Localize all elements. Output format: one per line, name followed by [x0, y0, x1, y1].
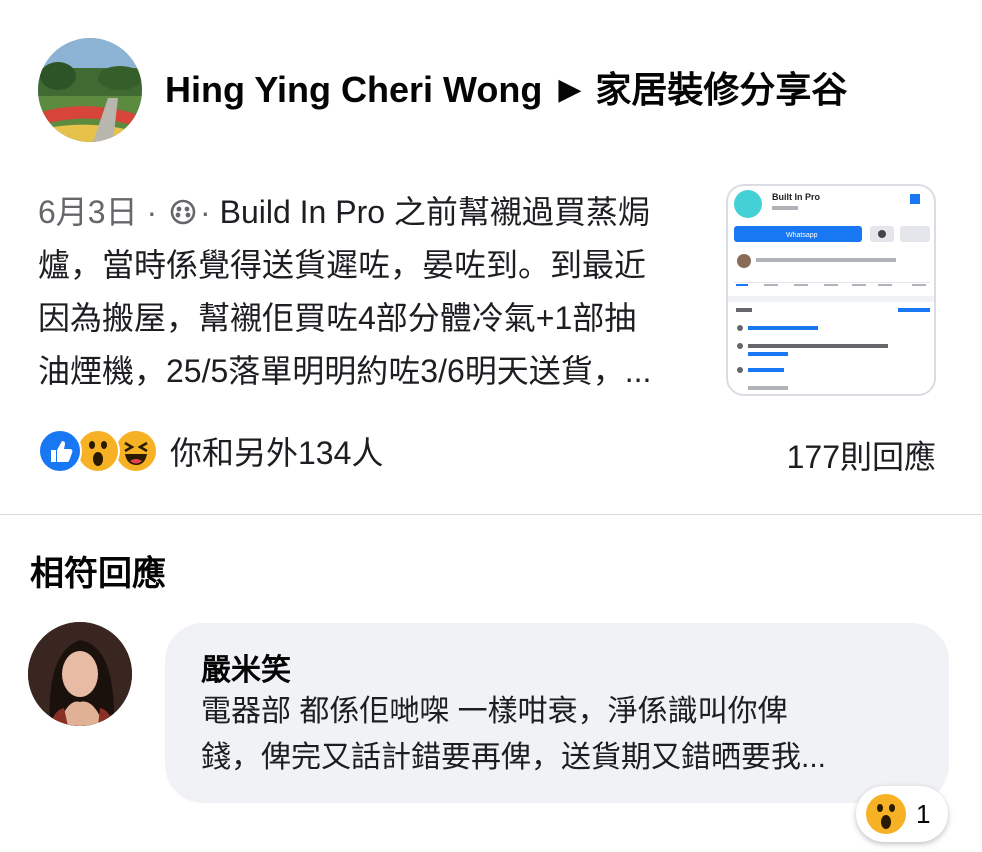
section-divider: [0, 514, 982, 515]
group-name[interactable]: 家居裝修分享谷: [595, 64, 847, 116]
wow-reaction-icon: [76, 429, 120, 473]
post-text-line: 油煙機，25/5落單明明約咗3/6明天送貨，...: [38, 353, 652, 389]
commenter-name[interactable]: 嚴米笑: [201, 645, 291, 689]
haha-reaction-icon: [114, 429, 158, 473]
commenter-photo: [28, 622, 132, 726]
post-date[interactable]: 6月3日: [38, 194, 138, 230]
comment-text-line: 電器部 都係佢哋㗎 一樣咁衰，淨係識叫你俾: [201, 695, 788, 728]
post-text-line: Build In Pro 之前幫襯過買蒸焗: [219, 194, 650, 230]
comment-text-line: 錢，俾完又話計錯要再俾，送貨期又錯晒要我...: [201, 741, 827, 774]
garden-photo: [38, 38, 142, 142]
comment-reactions-pill[interactable]: 1: [856, 786, 948, 842]
post-text-line: 因為搬屋，幫襯佢買咗4部分體冷氣+1部抽: [38, 300, 637, 336]
matching-comments-title: 相符回應: [30, 555, 166, 593]
comment-body: 電器部 都係佢哋㗎 一樣咁衰，淨係識叫你俾 錢，俾完又話計錯要再俾，送貨期又錯晒…: [201, 689, 921, 781]
thumb-page-name: Built In Pro: [772, 192, 820, 202]
reactions-count-text: 你和另外134人: [170, 435, 384, 471]
like-reaction-icon: [38, 429, 82, 473]
comment-bubble[interactable]: 嚴米笑 電器部 都係佢哋㗎 一樣咁衰，淨係識叫你俾 錢，俾完又話計錯要再俾，送貨…: [165, 623, 949, 803]
post-body[interactable]: 6月3日 · · Build In Pro 之前幫襯過買蒸焗 爐，當時係覺得送貨…: [38, 186, 708, 398]
page-screenshot: Built In Pro Whatsapp: [728, 190, 934, 390]
post-text-line: 爐，當時係覺得送貨遲咗，晏咗到。到最近: [38, 247, 647, 283]
wow-reaction-icon: [864, 792, 908, 836]
comment-reaction-count: 1: [916, 798, 931, 829]
comments-count[interactable]: 177則回應: [787, 432, 936, 478]
attached-image[interactable]: Built In Pro Whatsapp: [726, 184, 936, 396]
group-privacy-icon: [170, 199, 196, 225]
author-name[interactable]: Hing Ying Cheri Wong: [165, 64, 542, 116]
commenter-avatar[interactable]: [28, 622, 132, 726]
reactions-summary[interactable]: 你和另外134人: [38, 428, 383, 474]
author-avatar[interactable]: [38, 38, 142, 142]
post-header: Hing Ying Cheri Wong ▶ 家居裝修分享谷: [165, 64, 847, 116]
shared-to-arrow-icon: ▶: [558, 73, 582, 106]
thumb-action: Whatsapp: [786, 232, 818, 239]
